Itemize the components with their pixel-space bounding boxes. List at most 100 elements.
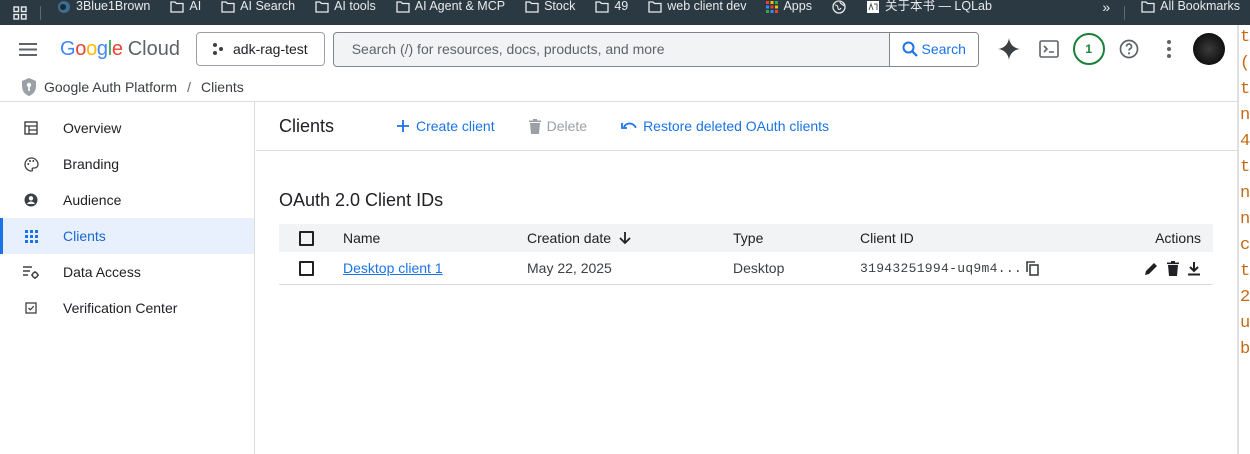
sidebar-item-overview[interactable]: Overview (0, 110, 254, 146)
delete-button[interactable]: Delete (528, 118, 588, 134)
project-name: adk-rag-test (233, 41, 308, 57)
edge-text: 43 (1240, 132, 1250, 151)
sidebar-item-verification-center[interactable]: Verification Center (0, 290, 254, 326)
search-button-label: Search (921, 41, 966, 57)
client-name-link[interactable]: Desktop client 1 (343, 260, 443, 276)
download-icon[interactable] (1187, 261, 1201, 276)
delete-trash-icon[interactable] (1167, 260, 1179, 276)
folder-icon (396, 0, 410, 13)
more-vert-icon (1166, 40, 1171, 58)
breadcrumb: Google Auth Platform / Clients (0, 73, 1237, 102)
help-icon (1119, 39, 1139, 59)
shield-icon (22, 78, 36, 96)
breadcrumb-current: Clients (200, 79, 244, 95)
edge-text: ti (1240, 158, 1250, 177)
search-button[interactable]: Search (888, 32, 978, 66)
avatar[interactable] (1192, 33, 1225, 65)
divider (1124, 5, 1126, 20)
plus-icon (397, 120, 409, 132)
help-button[interactable] (1109, 29, 1149, 69)
client-id-cell: 31943251994-uq9m4... (860, 261, 1090, 276)
bookmark-label: 关于本书 — LQLab (884, 0, 992, 14)
folder-icon (170, 0, 185, 13)
apps-grid-icon[interactable] (0, 0, 40, 25)
all-bookmarks[interactable]: All Bookmarks (1131, 0, 1250, 19)
sidebar-item-label: Clients (63, 228, 106, 244)
bookmark-ai-search[interactable]: AI Search (211, 0, 305, 19)
column-header-label: Creation date (527, 230, 612, 246)
bookmarks-more-button[interactable]: » (1088, 0, 1124, 15)
search-bar: Search (332, 31, 979, 67)
more-options-button[interactable] (1149, 29, 1189, 69)
google-cloud-logo[interactable]: Google Cloud (60, 38, 196, 61)
copy-icon[interactable] (1026, 260, 1039, 276)
edge-text: us (1240, 314, 1250, 333)
bookmark-label: web client dev (667, 0, 747, 14)
edge-text: th (1240, 80, 1250, 99)
bookmark-stock[interactable]: Stock (515, 0, 585, 19)
main-menu-button[interactable] (0, 25, 56, 73)
undo-icon (621, 122, 637, 129)
edge-text: ti (1240, 262, 1250, 281)
sidebar-item-clients[interactable]: Clients (0, 218, 254, 254)
column-header-client-id[interactable]: Client ID (860, 230, 1090, 246)
logo-cloud-text: Cloud (127, 37, 180, 60)
bookmark-ai-agent-mcp[interactable]: AI Agent & MCP (386, 0, 515, 19)
checkbox-icon (23, 300, 39, 316)
notifications-button[interactable]: 1 (1069, 29, 1109, 69)
edge-text: 2 (1240, 288, 1250, 307)
bookmark-label: Apps (783, 0, 812, 14)
bookmark-label: AI Search (240, 0, 296, 14)
type-cell: Desktop (733, 260, 785, 276)
delete-label: Delete (546, 118, 588, 134)
sidebar-item-audience[interactable]: Audience (0, 182, 254, 218)
bookmark-label: All Bookmarks (1160, 0, 1240, 14)
bookmark-label: 3Blue1Brown (76, 0, 151, 14)
create-client-label: Create client (416, 118, 495, 134)
column-header-type[interactable]: Type (733, 230, 860, 246)
sidebar-item-branding[interactable]: Branding (0, 146, 254, 182)
sidebar-item-label: Data Access (63, 264, 141, 280)
restore-deleted-clients-button[interactable]: Restore deleted OAuth clients (621, 118, 829, 134)
edge-text: cs (1240, 236, 1250, 255)
notification-count-badge: 1 (1072, 33, 1105, 65)
gemini-button[interactable] (989, 29, 1029, 69)
cloud-shell-button[interactable] (1029, 29, 1069, 69)
sidebar: Overview Branding Audience Clients Data … (0, 102, 255, 454)
menu-icon (19, 42, 37, 56)
bookmark-globe[interactable] (822, 0, 856, 19)
table-row: Desktop client 1 May 22, 2025 Desktop 31… (279, 252, 1213, 285)
bookmark-apps[interactable]: Apps (756, 0, 822, 19)
bookmark-ai-tools[interactable]: AI tools (305, 0, 386, 19)
logo-google-text: Google (60, 37, 123, 60)
page-toolbar: Clients Create client Delete Restore del… (256, 102, 1237, 151)
search-input[interactable] (333, 32, 889, 66)
bookmark-ai[interactable]: AI (160, 0, 211, 19)
breadcrumb-root[interactable]: Google Auth Platform (44, 79, 177, 95)
sidebar-item-data-access[interactable]: Data Access (0, 254, 254, 290)
lqlab-favicon (866, 0, 879, 13)
sidebar-item-label: Branding (63, 156, 120, 172)
bookmark-lqlab[interactable]: 关于本书 — LQLab (856, 0, 1002, 19)
bookmark-label: AI Agent & MCP (414, 0, 506, 14)
creation-date-cell: May 22, 2025 (527, 260, 612, 276)
bookmark-49[interactable]: 49 (585, 0, 638, 19)
sort-down-arrow-icon (619, 232, 631, 245)
bookmark-web-client-dev[interactable]: web client dev (638, 0, 756, 19)
breadcrumb-separator: / (187, 79, 191, 95)
create-client-button[interactable]: Create client (396, 118, 495, 134)
column-header-creation-date[interactable]: Creation date (527, 230, 733, 246)
folder-icon (221, 0, 235, 13)
folder-icon (315, 0, 329, 13)
bookmark-3blue1brown[interactable]: 3Blue1Brown (47, 0, 160, 19)
edit-pencil-icon[interactable] (1144, 261, 1159, 276)
gemini-sparkle-icon (997, 38, 1020, 60)
3b1b-icon (58, 0, 70, 13)
row-checkbox[interactable] (299, 260, 314, 276)
restore-label: Restore deleted OAuth clients (643, 118, 830, 134)
folder-icon (1141, 0, 1155, 13)
project-picker[interactable]: adk-rag-test (196, 32, 325, 66)
select-all-checkbox[interactable] (299, 230, 314, 246)
top-header: Google Cloud adk-rag-test Search 1 (0, 25, 1237, 73)
column-header-name[interactable]: Name (343, 230, 527, 246)
